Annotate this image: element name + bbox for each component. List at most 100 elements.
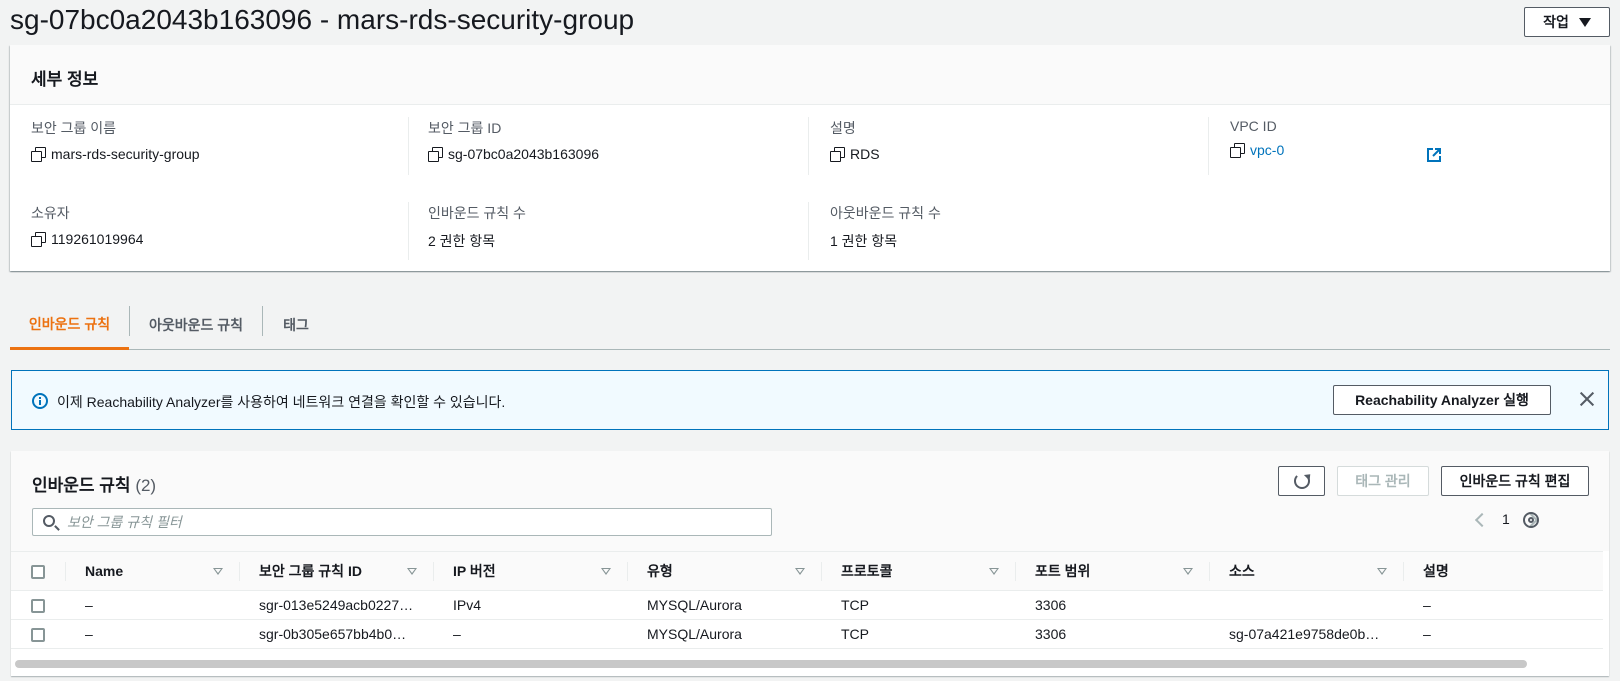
table-cell: – (65, 590, 239, 620)
gear-icon[interactable] (1523, 512, 1539, 528)
field-label: 소유자 (31, 205, 70, 221)
actions-button[interactable]: 작업 (1524, 7, 1610, 37)
table-row[interactable]: – sgr-013e5249acb0227… IPv4 MYSQL/Aurora… (11, 590, 1603, 620)
rule-filter[interactable] (32, 508, 772, 536)
field-label: 설명 (830, 120, 856, 136)
column-header[interactable]: 프로토콜 (821, 551, 1015, 591)
manage-tags-button[interactable]: 태그 관리 (1337, 466, 1429, 496)
divider (408, 202, 409, 260)
info-icon (32, 393, 48, 409)
rules-title-text: 인바운드 규칙 (32, 476, 131, 495)
field-label: VPC ID (1230, 118, 1277, 134)
field-label: 보안 그룹 이름 (31, 120, 117, 136)
table-header-row: Name 보안 그룹 규칙 ID IP 버전 유형 프로토콜 포트 범위 소스 … (11, 551, 1603, 591)
copy-icon[interactable] (1230, 143, 1245, 158)
column-header[interactable]: IP 버전 (433, 551, 627, 591)
sort-icon[interactable] (1183, 568, 1193, 575)
column-header: 설명 (1403, 551, 1603, 591)
page-number[interactable]: 1 (1502, 511, 1510, 527)
rule-filter-input[interactable] (67, 509, 757, 535)
sort-icon[interactable] (1377, 568, 1387, 575)
table-cell: sgr-013e5249acb0227… (239, 590, 433, 620)
field-value: sg-07bc0a2043b163096 (448, 146, 600, 162)
table-cell: 3306 (1015, 619, 1209, 649)
flash-message: 이제 Reachability Analyzer를 사용하여 네트워크 연결을 … (57, 394, 506, 410)
field-sg-id: 보안 그룹 ID sg-07bc0a2043b163096 (428, 118, 599, 162)
table-cell: MYSQL/Aurora (627, 590, 821, 620)
page-header: sg-07bc0a2043b163096 - mars-rds-security… (0, 0, 1620, 44)
sort-icon[interactable] (795, 568, 805, 575)
field-inbound-count: 인바운드 규칙 수 2 권한 항목 (428, 203, 526, 251)
table-cell: MYSQL/Aurora (627, 619, 821, 649)
run-reachability-analyzer-button[interactable]: Reachability Analyzer 실행 (1333, 385, 1551, 415)
rules-title: 인바운드 규칙 (2) (32, 471, 156, 496)
table-cell: TCP (821, 619, 1015, 649)
divider (1208, 117, 1209, 175)
select-all-cell (11, 551, 65, 591)
chevron-left-icon[interactable] (1474, 512, 1490, 528)
table-cell: – (1403, 590, 1603, 620)
tab-bar: 인바운드 규칙 아웃바운드 규칙 태그 (10, 300, 1610, 350)
field-label: 아웃바운드 규칙 수 (830, 205, 941, 221)
field-label: 인바운드 규칙 수 (428, 205, 526, 221)
edit-inbound-rules-button[interactable]: 인바운드 규칙 편집 (1441, 466, 1589, 496)
external-link-icon[interactable] (1427, 148, 1441, 162)
search-icon (43, 515, 55, 527)
table-cell: 3306 (1015, 590, 1209, 620)
select-all-checkbox[interactable] (31, 565, 45, 580)
copy-icon[interactable] (31, 232, 46, 247)
field-value: 2 권한 항목 (428, 233, 496, 249)
column-header[interactable]: 포트 범위 (1015, 551, 1209, 591)
field-value: RDS (850, 146, 880, 162)
table-cell: – (65, 619, 239, 649)
field-owner: 소유자 119261019964 (31, 203, 143, 247)
sort-icon[interactable] (601, 568, 611, 575)
tab-tags[interactable]: 태그 (263, 300, 329, 350)
divider (808, 202, 809, 260)
details-heading: 세부 정보 (10, 45, 1610, 105)
column-header[interactable]: 소스 (1209, 551, 1403, 591)
column-header[interactable]: Name (65, 551, 239, 591)
vpc-link[interactable]: vpc-0 (1250, 142, 1284, 158)
column-header[interactable]: 보안 그룹 규칙 ID (239, 551, 433, 591)
copy-icon[interactable] (428, 147, 443, 162)
table-cell: – (1403, 619, 1603, 649)
rules-table: Name 보안 그룹 규칙 ID IP 버전 유형 프로토콜 포트 범위 소스 … (11, 551, 1603, 649)
actions-button-label: 작업 (1543, 14, 1569, 30)
refresh-icon (1293, 473, 1310, 489)
table-cell (1209, 590, 1403, 620)
horizontal-scrollbar[interactable] (15, 660, 1527, 668)
caret-down-icon (1578, 17, 1591, 27)
field-value: 1 권한 항목 (830, 233, 898, 249)
table-cell: IPv4 (433, 590, 627, 620)
field-value: 119261019964 (51, 231, 144, 247)
field-description: 설명 RDS (830, 118, 880, 162)
close-icon[interactable] (1579, 391, 1595, 407)
sort-icon[interactable] (213, 568, 223, 575)
sort-icon[interactable] (407, 568, 417, 575)
copy-icon[interactable] (830, 147, 845, 162)
sort-icon[interactable] (989, 568, 999, 575)
divider (808, 117, 809, 175)
row-checkbox[interactable] (31, 599, 45, 614)
field-sg-name: 보안 그룹 이름 mars-rds-security-group (31, 118, 200, 162)
column-header[interactable]: 유형 (627, 551, 821, 591)
rules-header: 인바운드 규칙 (2) 태그 관리 인바운드 규칙 편집 1 (11, 451, 1609, 551)
table-cell: – (433, 619, 627, 649)
copy-icon[interactable] (31, 147, 46, 162)
field-vpc-id: VPC ID vpc-0 (1230, 118, 1284, 158)
details-panel: 세부 정보 보안 그룹 이름 mars-rds-security-group 보… (10, 45, 1610, 271)
table-row[interactable]: – sgr-0b305e657bb4b0… – MYSQL/Aurora TCP… (11, 619, 1603, 649)
tab-inbound-rules[interactable]: 인바운드 규칙 (10, 300, 129, 350)
field-outbound-count: 아웃바운드 규칙 수 1 권한 항목 (830, 203, 941, 251)
divider (408, 117, 409, 175)
inbound-rules-panel: 인바운드 규칙 (2) 태그 관리 인바운드 규칙 편집 1 Name 보안 그… (11, 451, 1609, 676)
table-cell: sg-07a421e9758de0b… (1209, 619, 1403, 649)
refresh-button[interactable] (1278, 466, 1325, 496)
field-value: mars-rds-security-group (51, 146, 200, 162)
row-checkbox[interactable] (31, 628, 45, 643)
rules-count: (2) (135, 476, 157, 495)
table-cell: TCP (821, 590, 1015, 620)
tab-outbound-rules[interactable]: 아웃바운드 규칙 (130, 300, 262, 350)
field-label: 보안 그룹 ID (428, 120, 502, 136)
